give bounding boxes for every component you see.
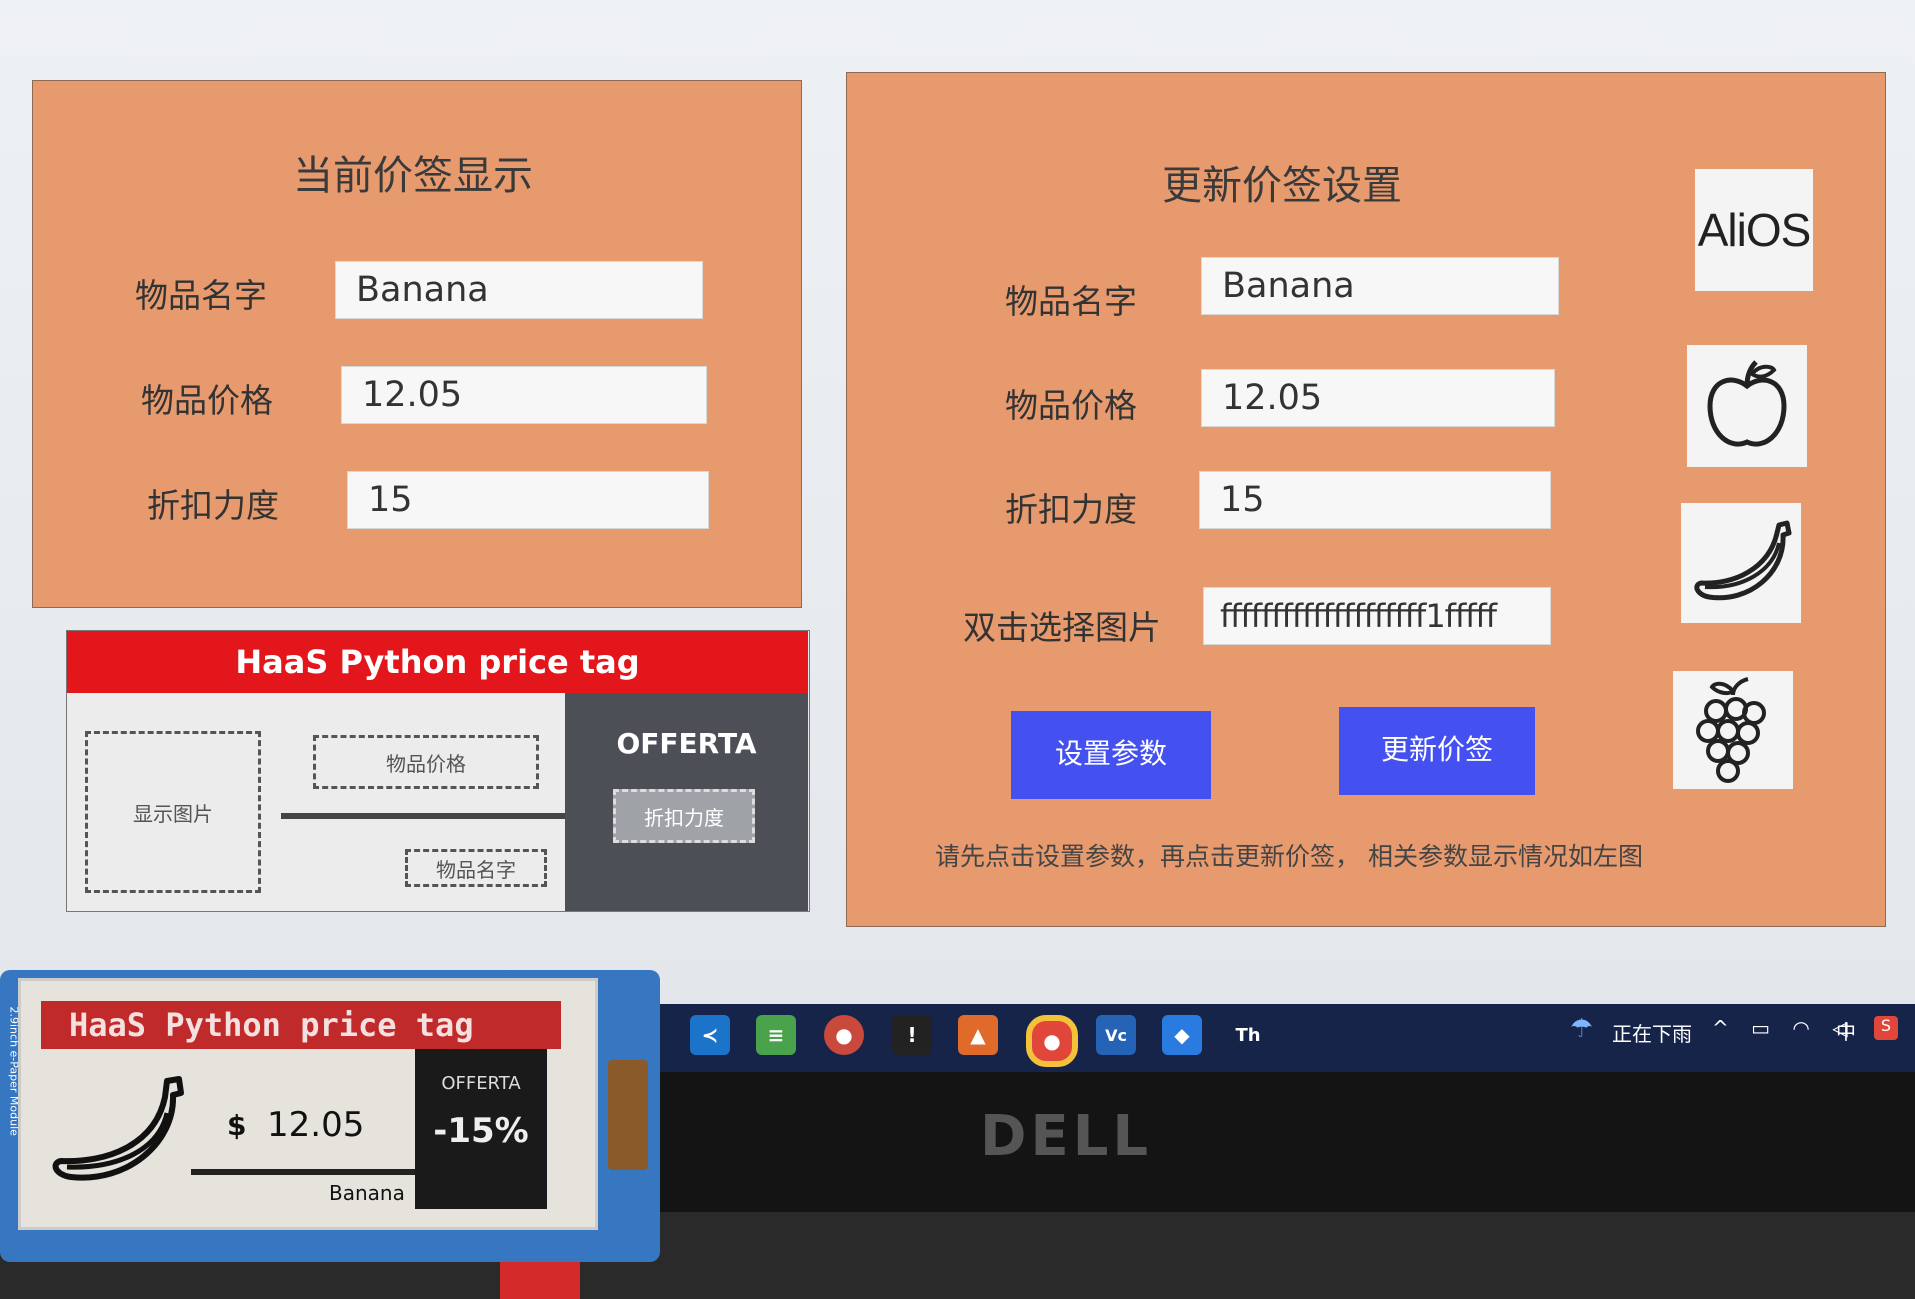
- epaper-module: 2.9inch e-Paper Module HaaS Python price…: [0, 970, 660, 1262]
- epaper-offer-label: OFFERTA: [441, 1073, 521, 1094]
- epaper-header-text: HaaS Python price tag: [69, 1006, 474, 1044]
- vc-taskbar-icon[interactable]: Vc: [1096, 1015, 1136, 1055]
- epaper-header: HaaS Python price tag: [41, 1001, 561, 1049]
- ime-indicator[interactable]: 中: [1836, 1016, 1856, 1045]
- left-price-input[interactable]: 12.05: [341, 366, 707, 424]
- preview-offer-box: OFFERTA 折扣力度: [565, 693, 808, 911]
- laptop-bezel: [640, 1072, 1915, 1212]
- right-price-label: 物品价格: [1005, 386, 1137, 425]
- epaper-offer-box: OFFERTA -15%: [415, 1049, 547, 1209]
- preview-image-placeholder: 显示图片: [85, 731, 261, 893]
- weather-text: 正在下雨: [1612, 1022, 1692, 1046]
- epaper-connector: [608, 1060, 648, 1170]
- price-tag-preview: HaaS Python price tag 显示图片 物品价格 物品名字 OFF…: [66, 630, 810, 912]
- current-tag-panel: 当前价签显示 物品名字 Banana 物品价格 12.05 折扣力度 15: [32, 80, 802, 608]
- screen: 当前价签显示 物品名字 Banana 物品价格 12.05 折扣力度 15 Ha…: [0, 0, 1915, 1005]
- right-price-input[interactable]: 12.05: [1201, 369, 1555, 427]
- right-image-input[interactable]: ffffffffffffffffffff1fffff: [1203, 587, 1551, 645]
- right-name-label: 物品名字: [1005, 282, 1137, 321]
- text-taskbar-icon[interactable]: Th: [1228, 1015, 1268, 1055]
- grapes-thumb[interactable]: [1673, 671, 1793, 789]
- preview-offer-label: OFFERTA: [616, 727, 757, 760]
- update-tag-button[interactable]: 更新价签: [1339, 707, 1535, 795]
- weather-icon[interactable]: ☂: [1570, 1014, 1593, 1044]
- epaper-discount: -15%: [433, 1111, 529, 1151]
- terminal-taskbar-icon[interactable]: !: [892, 1015, 932, 1055]
- alios-logo: AliOS: [1697, 204, 1812, 256]
- chrome-taskbar-icon[interactable]: ●: [1026, 1015, 1078, 1067]
- left-name-input[interactable]: Banana: [335, 261, 703, 319]
- epaper-name: Banana: [329, 1181, 405, 1205]
- left-price-label: 物品价格: [141, 381, 273, 420]
- notepad-taskbar-icon[interactable]: ≡: [756, 1015, 796, 1055]
- preview-header: HaaS Python price tag: [67, 631, 808, 693]
- epaper-currency: $: [227, 1109, 247, 1142]
- epaper-screen: HaaS Python price tag $ 12.05 Banana OFF…: [18, 978, 598, 1230]
- update-tag-panel: 更新价签设置 物品名字 Banana 物品价格 12.05 折扣力度 15 双击…: [846, 72, 1886, 927]
- epaper-price: 12.05: [267, 1105, 365, 1145]
- right-discount-input[interactable]: 15: [1199, 471, 1551, 529]
- right-name-input[interactable]: Banana: [1201, 257, 1559, 315]
- laptop-logo: DELL: [980, 1104, 1153, 1169]
- left-name-label: 物品名字: [135, 276, 267, 315]
- current-tag-title: 当前价签显示: [293, 153, 533, 199]
- tray-icons[interactable]: ^ ▭ ◠ ◁: [1712, 1016, 1856, 1040]
- preview-divider: [281, 813, 571, 819]
- apple-icon: [1707, 360, 1787, 447]
- left-discount-input[interactable]: 15: [347, 471, 709, 529]
- shield-taskbar-icon[interactable]: ◆: [1162, 1015, 1202, 1055]
- preview-price-placeholder: 物品价格: [313, 735, 539, 789]
- vscode-taskbar-icon[interactable]: ≺: [690, 1015, 730, 1055]
- preview-name-placeholder: 物品名字: [405, 849, 547, 887]
- set-params-button[interactable]: 设置参数: [1011, 711, 1211, 799]
- banana-icon: [1694, 520, 1792, 601]
- preview-header-text: HaaS Python price tag: [235, 643, 640, 681]
- tools-taskbar-icon[interactable]: ▲: [958, 1015, 998, 1055]
- banana-thumb[interactable]: [1681, 503, 1801, 623]
- update-tag-title: 更新价签设置: [1162, 163, 1402, 209]
- left-discount-label: 折扣力度: [147, 486, 279, 525]
- hint-text: 请先点击设置参数，再点击更新价签， 相关参数显示情况如左图: [935, 842, 1643, 871]
- red-cable: [500, 1262, 580, 1299]
- app-taskbar-icon[interactable]: ●: [824, 1015, 864, 1055]
- epaper-divider: [191, 1169, 431, 1175]
- preview-discount-placeholder: 折扣力度: [613, 789, 755, 843]
- right-discount-label: 折扣力度: [1005, 490, 1137, 529]
- apple-thumb[interactable]: [1687, 345, 1807, 467]
- sogou-icon[interactable]: S: [1874, 1016, 1898, 1040]
- epaper-banana-icon: [52, 1076, 184, 1181]
- grapes-icon: [1696, 677, 1766, 783]
- right-image-label: 双击选择图片: [963, 608, 1161, 647]
- alios-logo-thumb[interactable]: AliOS: [1695, 169, 1813, 291]
